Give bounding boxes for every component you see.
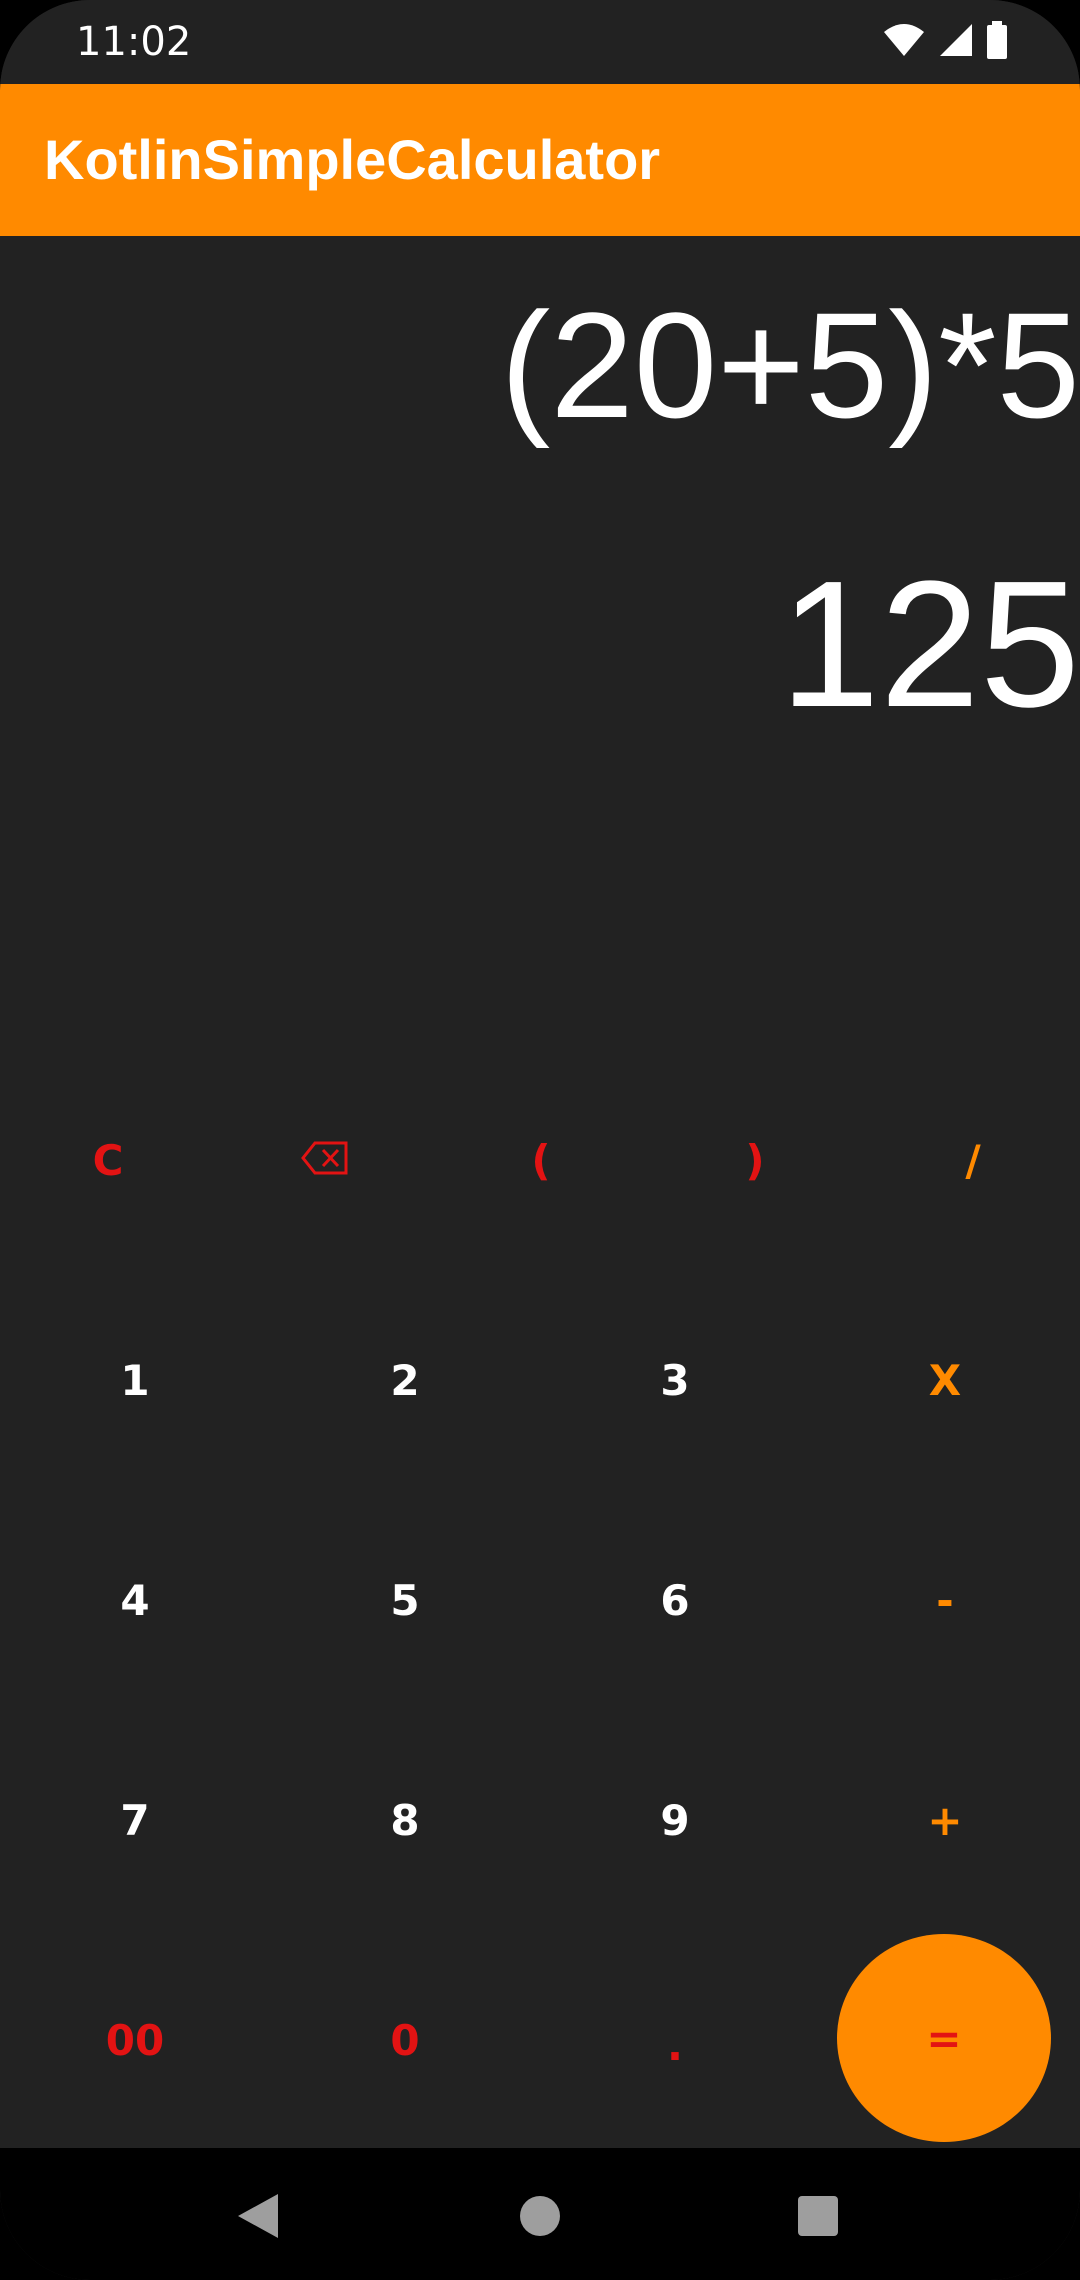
digit-0-button[interactable]: 0 [325,1980,485,2100]
digit-7-button[interactable]: 7 [55,1760,215,1880]
decimal-point-button[interactable]: . [595,1985,755,2105]
battery-icon [986,21,1008,63]
recents-button[interactable] [778,2178,858,2258]
cellular-signal-icon [938,22,974,62]
clear-button[interactable]: C [28,1100,188,1220]
calculator-screen: 11:02 KotlinSimpleCalculator (20+5)*5 12… [0,0,1080,2280]
backspace-button[interactable] [245,1100,405,1220]
digit-5-button[interactable]: 5 [325,1540,485,1660]
digit-4-button[interactable]: 4 [55,1540,215,1660]
result-display: 125 [779,544,1080,745]
app-title: KotlinSimpleCalculator [44,128,661,191]
expression-display: (20+5)*5 [500,281,1080,449]
multiply-button[interactable]: X [865,1320,1025,1440]
wifi-icon [882,22,926,62]
status-time: 11:02 [76,19,192,65]
backspace-icon [301,1136,349,1185]
digit-8-button[interactable]: 8 [325,1760,485,1880]
recents-icon [797,2195,839,2241]
navigation-bar [0,2148,1080,2280]
digit-2-button[interactable]: 2 [325,1320,485,1440]
digit-6-button[interactable]: 6 [595,1540,755,1660]
home-button[interactable] [500,2178,580,2258]
double-zero-button[interactable]: 00 [55,1980,215,2100]
plus-button[interactable]: + [865,1760,1025,1880]
digit-3-button[interactable]: 3 [595,1320,755,1440]
status-bar: 11:02 [0,0,1080,84]
status-icons [882,21,1008,63]
divide-button[interactable]: / [893,1100,1053,1220]
open-paren-button[interactable]: ( [461,1100,621,1220]
app-bar: KotlinSimpleCalculator [0,84,1080,236]
minus-button[interactable]: - [865,1540,1025,1660]
home-icon [518,2194,562,2242]
close-paren-button[interactable]: ) [675,1100,835,1220]
digit-1-button[interactable]: 1 [55,1320,215,1440]
equals-button[interactable]: = [837,1934,1051,2142]
back-button[interactable] [218,2178,298,2258]
digit-9-button[interactable]: 9 [595,1760,755,1880]
back-icon [236,2192,280,2244]
